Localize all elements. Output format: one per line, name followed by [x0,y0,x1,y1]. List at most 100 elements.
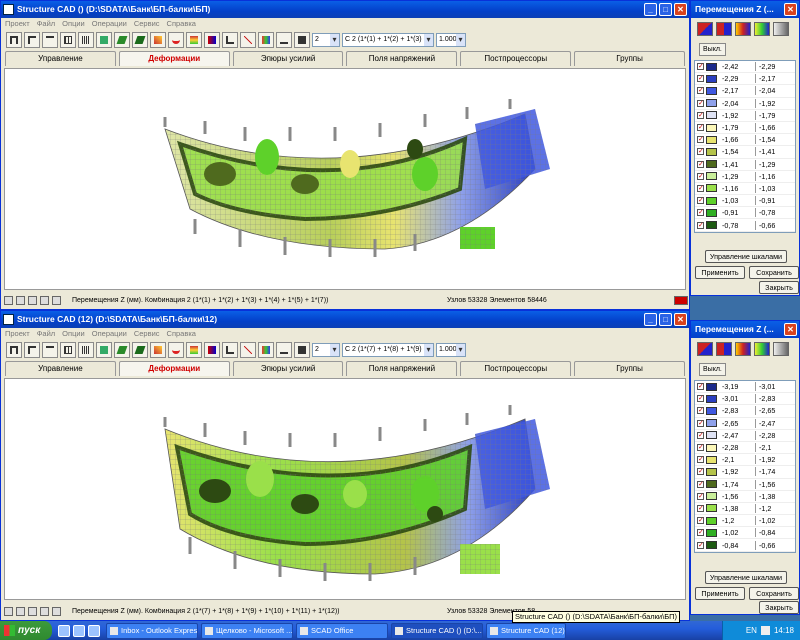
model-canvas[interactable] [4,68,686,290]
close-button[interactable]: ✕ [674,3,687,16]
legend-checkbox[interactable]: ✓ [697,87,704,95]
support-icon[interactable] [222,342,238,358]
combination-select[interactable]: C 2 (1*(1) + 1*(2) + 1*(3) + 1* [342,33,434,47]
grid-icon[interactable] [60,342,76,358]
tab-groups[interactable]: Группы [574,51,685,66]
legend-row[interactable]: ✓ -2,42 -2,29 [695,61,795,74]
window-2-titlebar[interactable]: Structure CAD (12) (D:\SDATA\Банк\БП-бал… [1,311,689,328]
tab-force-diagrams[interactable]: Эпюры усилий [232,361,344,376]
scale-control-button[interactable]: Управление шкалами [705,250,787,263]
color-bar-icon[interactable] [204,32,220,48]
scale-yellow-icon[interactable] [735,342,751,356]
menu-operations[interactable]: Операции [92,328,127,339]
panel-1-titlebar[interactable]: Перемещения Z (... ✕ [691,1,799,18]
isoline-mode-icon[interactable] [716,22,732,36]
legend-row[interactable]: ✓ -2,28 -2,1 [695,442,795,455]
shade-icon[interactable] [96,342,112,358]
legend-checkbox[interactable]: ✓ [697,456,704,464]
deform-green-icon[interactable] [114,32,130,48]
legend-checkbox[interactable]: ✓ [697,541,704,549]
ruler-icon[interactable] [276,342,292,358]
apply-button[interactable]: Применить [695,587,745,600]
menu-help[interactable]: Справка [167,18,196,29]
deform-alt-icon[interactable] [132,32,148,48]
legend-checkbox[interactable]: ✓ [697,407,704,415]
legend-row[interactable]: ✓ -1,92 -1,79 [695,110,795,122]
scale-yellow-icon[interactable] [735,22,751,36]
off-button[interactable]: Выкл. [699,43,726,56]
frame-alt-icon[interactable] [24,342,40,358]
view-front-icon[interactable] [16,606,25,616]
maximize-button[interactable]: □ [659,3,672,16]
legend-checkbox[interactable]: ✓ [697,197,704,205]
legend-row[interactable]: ✓ -1,66 -1,54 [695,134,795,147]
view-top-icon[interactable] [4,606,13,616]
mode-icon[interactable] [150,342,166,358]
view-3d-icon[interactable] [40,606,49,616]
values-icon[interactable] [294,342,310,358]
grid-icon[interactable] [60,32,76,48]
menu-service[interactable]: Сервис [134,328,160,339]
legend-checkbox[interactable]: ✓ [697,480,704,488]
zoom-icon[interactable] [52,606,61,616]
view-top-icon[interactable] [4,295,13,305]
legend-row[interactable]: ✓ -3,01 -2,83 [695,393,795,406]
legend-row[interactable]: ✓ -0,78 -0,66 [695,219,795,232]
red-curve-icon[interactable] [168,32,184,48]
plus-minus-icon[interactable] [42,342,58,358]
view-side-icon[interactable] [28,606,37,616]
menu-options[interactable]: Опции [62,18,85,29]
desktop-icon[interactable] [88,624,100,637]
legend-checkbox[interactable]: ✓ [697,395,704,403]
tab-force-diagrams[interactable]: Эпюры усилий [232,51,344,66]
legend-row[interactable]: ✓ -1,41 -1,29 [695,159,795,171]
scale-icon[interactable] [186,32,202,48]
legend-checkbox[interactable]: ✓ [697,111,704,119]
legend-checkbox[interactable]: ✓ [697,529,704,537]
panel-2-close-icon[interactable]: ✕ [784,323,797,336]
legend-checkbox[interactable]: ✓ [697,160,704,168]
legend-checkbox[interactable]: ✓ [697,209,704,217]
tab-control[interactable]: Управление [5,51,116,66]
legend-checkbox[interactable]: ✓ [697,383,704,391]
off-button[interactable]: Выкл. [699,363,726,376]
close-button[interactable]: Закрыть [759,281,799,294]
mode-icon[interactable] [150,32,166,48]
legend-checkbox[interactable]: ✓ [697,468,704,476]
isoline-mode-icon[interactable] [716,342,732,356]
palette-icon[interactable] [258,32,274,48]
legend-row[interactable]: ✓ -0,84 -0,66 [695,539,795,552]
color-bar-icon[interactable] [204,342,220,358]
task-word[interactable]: Щелково - Microsoft ... [201,622,293,639]
scale-icon[interactable] [186,342,202,358]
legend-row[interactable]: ✓ -2,04 -1,92 [695,98,795,110]
legend-row[interactable]: ✓ -2,83 -2,65 [695,405,795,418]
legend-row[interactable]: ✓ -1,02 -0,84 [695,527,795,540]
cross-icon[interactable] [240,342,256,358]
model-canvas[interactable] [4,378,686,600]
save-button[interactable]: Сохранить [749,266,799,279]
palette-icon[interactable] [258,342,274,358]
legend-checkbox[interactable]: ✓ [697,504,704,512]
save-button[interactable]: Сохранить [749,587,799,600]
legend-row[interactable]: ✓ -1,54 -1,41 [695,146,795,159]
task-scad-1[interactable]: Structure CAD () (D:\... [391,622,483,639]
legend-checkbox[interactable]: ✓ [697,221,704,229]
legend-row[interactable]: ✓ -1,92 -1,74 [695,466,795,479]
legend-row[interactable]: ✓ -1,38 -1,2 [695,503,795,516]
view-3d-icon[interactable] [40,295,49,305]
legend-row[interactable]: ✓ -2,47 -2,28 [695,430,795,442]
load-number-select[interactable]: 2 [312,33,340,47]
tab-stress-fields[interactable]: Поля напряжений [346,51,458,66]
legend-checkbox[interactable]: ✓ [697,431,704,439]
view-front-icon[interactable] [16,295,25,305]
legend-checkbox[interactable]: ✓ [697,184,704,192]
frame-icon[interactable] [6,32,22,48]
scale-select[interactable]: 1.000 [436,33,466,47]
tab-groups[interactable]: Группы [574,361,685,376]
tab-stress-fields[interactable]: Поля напряжений [346,361,458,376]
cross-icon[interactable] [240,32,256,48]
fill-mode-icon[interactable] [697,342,713,356]
close-button[interactable]: ✕ [674,313,687,326]
deform-green-icon[interactable] [114,342,130,358]
